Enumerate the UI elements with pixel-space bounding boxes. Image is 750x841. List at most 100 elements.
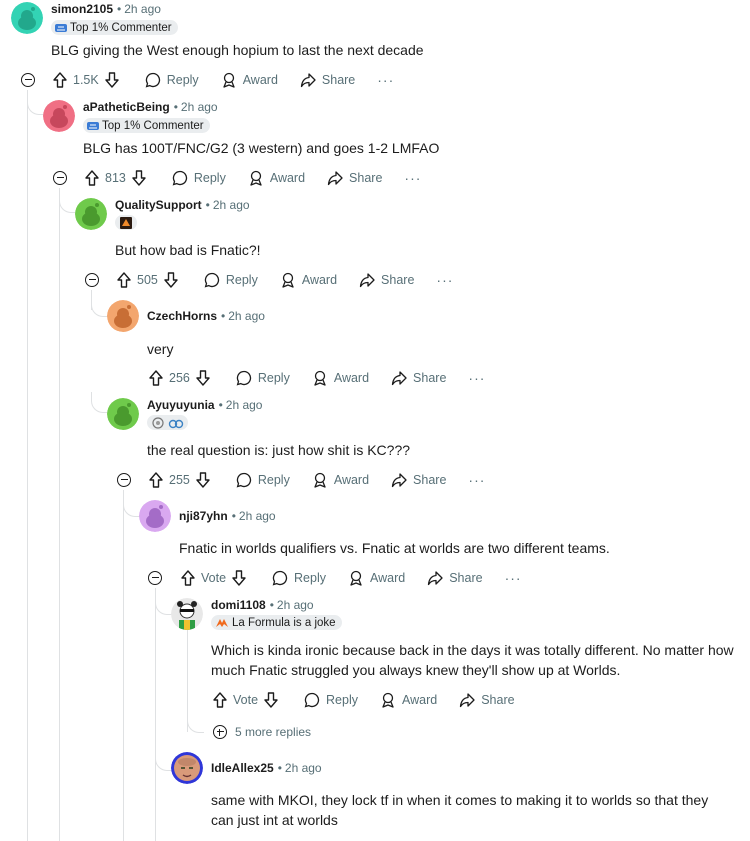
downvote-icon[interactable] (164, 272, 178, 288)
reply-button[interactable]: Reply (236, 472, 290, 488)
comment-actions: Vote Reply Award Share ··· (181, 568, 522, 588)
more-options-icon[interactable]: ··· (468, 472, 485, 488)
thread-line[interactable] (123, 490, 124, 841)
comment-actions: 256 Reply Award Share ··· (149, 368, 485, 388)
thread-line[interactable] (155, 588, 156, 841)
comment-body: But how bad is Fnatic?! (115, 242, 261, 258)
share-button[interactable]: Share (391, 472, 446, 488)
collapse-thread-icon[interactable] (21, 73, 35, 87)
avatar[interactable] (107, 300, 139, 332)
username[interactable]: Ayuyuyunia (147, 398, 215, 412)
timestamp[interactable]: 2h ago (285, 761, 322, 775)
downvote-icon[interactable] (196, 370, 210, 386)
timestamp[interactable]: 2h ago (124, 2, 161, 16)
downvote-icon[interactable] (264, 692, 278, 708)
share-icon (300, 73, 316, 88)
reply-button[interactable]: Reply (204, 272, 258, 288)
wolf-emblem-icon (151, 416, 165, 429)
more-options-icon[interactable]: ··· (468, 370, 485, 386)
upvote-icon[interactable] (149, 370, 163, 386)
comment-thread: simon2105 • 2h ago Top 1% Commenter BLG gi… (0, 0, 750, 841)
thread-line[interactable] (27, 90, 28, 841)
reply-button[interactable]: Reply (304, 692, 358, 708)
award-button[interactable]: Award (248, 170, 305, 186)
username[interactable]: nji87yhn (179, 509, 228, 523)
reply-icon (145, 72, 160, 88)
more-options-icon[interactable]: ··· (377, 72, 394, 88)
award-button[interactable]: Award (380, 692, 437, 708)
upvote-icon[interactable] (213, 692, 227, 708)
comment-body: same with MKOI, they lock tf in when it … (211, 792, 709, 828)
collapse-thread-icon[interactable] (53, 171, 67, 185)
top-commenter-icon (87, 121, 99, 131)
timestamp[interactable]: 2h ago (213, 198, 250, 212)
reply-button[interactable]: Reply (272, 570, 326, 586)
upvote-icon[interactable] (181, 570, 195, 586)
timestamp[interactable]: 2h ago (239, 509, 276, 523)
comment-body: the real question is: just how shit is K… (147, 442, 411, 458)
upvote-icon[interactable] (149, 472, 163, 488)
upvote-icon[interactable] (85, 170, 99, 186)
vote-label: Vote (201, 571, 227, 585)
flair-label: Top 1% Commenter (70, 21, 172, 34)
username[interactable]: aPatheticBeing (83, 100, 170, 114)
reply-icon (172, 170, 188, 186)
avatar[interactable] (171, 598, 203, 630)
collapse-thread-icon[interactable] (148, 571, 162, 585)
avatar[interactable] (139, 500, 171, 532)
timestamp[interactable]: 2h ago (228, 309, 265, 323)
share-icon (391, 371, 407, 386)
award-button[interactable]: Award (312, 370, 369, 386)
username[interactable]: QualitySupport (115, 198, 202, 212)
downvote-icon[interactable] (132, 170, 146, 186)
thread-line[interactable] (59, 188, 60, 841)
timestamp[interactable]: 2h ago (226, 398, 263, 412)
more-options-icon[interactable]: ··· (505, 570, 522, 586)
avatar[interactable] (43, 100, 75, 132)
username[interactable]: domi1108 (211, 598, 266, 612)
collapse-thread-icon[interactable] (85, 273, 99, 287)
avatar[interactable] (11, 2, 43, 34)
username[interactable]: CzechHorns (147, 309, 217, 323)
share-button[interactable]: Share (391, 370, 446, 386)
award-button[interactable]: Award (280, 272, 337, 288)
share-button[interactable]: Share (300, 72, 355, 88)
vote-control: 1.5K (53, 72, 119, 88)
share-button[interactable]: Share (459, 692, 515, 708)
avatar[interactable] (107, 398, 139, 430)
avatar[interactable] (171, 752, 203, 784)
timestamp[interactable]: 2h ago (181, 100, 218, 114)
downvote-icon[interactable] (232, 570, 246, 586)
more-options-icon[interactable]: ··· (404, 170, 421, 186)
username[interactable]: IdleAllex25 (211, 761, 274, 775)
award-button[interactable]: Award (221, 72, 278, 88)
vote-count: 813 (105, 171, 126, 185)
timestamp[interactable]: 2h ago (277, 598, 314, 612)
team-logo-icon (119, 216, 133, 229)
user-flair: Top 1% Commenter (51, 20, 178, 35)
upvote-icon[interactable] (53, 72, 67, 88)
vote-control: 505 (117, 272, 178, 288)
downvote-icon[interactable] (196, 472, 210, 488)
share-button[interactable]: Share (359, 272, 414, 288)
more-options-icon[interactable]: ··· (436, 272, 453, 288)
award-button[interactable]: Award (312, 472, 369, 488)
avatar[interactable] (75, 198, 107, 230)
share-button[interactable]: Share (327, 170, 382, 186)
award-button[interactable]: Award (348, 570, 405, 586)
upvote-icon[interactable] (117, 272, 131, 288)
username[interactable]: simon2105 (51, 2, 113, 16)
comment-body: Fnatic in worlds qualifiers vs. Fnatic a… (179, 540, 610, 556)
comment-actions: 505 Reply Award Share ··· (117, 270, 453, 290)
more-replies-button[interactable]: 5 more replies (213, 725, 311, 739)
reply-button[interactable]: Reply (145, 72, 199, 88)
reply-button[interactable]: Reply (236, 370, 290, 386)
reply-button[interactable]: Reply (172, 170, 226, 186)
comment-actions: 813 Reply Award Share ··· (85, 168, 421, 188)
downvote-icon[interactable] (105, 72, 119, 88)
share-button[interactable]: Share (427, 570, 483, 586)
comment-actions: 255 Reply Award Share ··· (149, 470, 485, 490)
reply-icon (236, 370, 252, 386)
collapse-thread-icon[interactable] (117, 473, 131, 487)
share-icon (359, 273, 375, 288)
